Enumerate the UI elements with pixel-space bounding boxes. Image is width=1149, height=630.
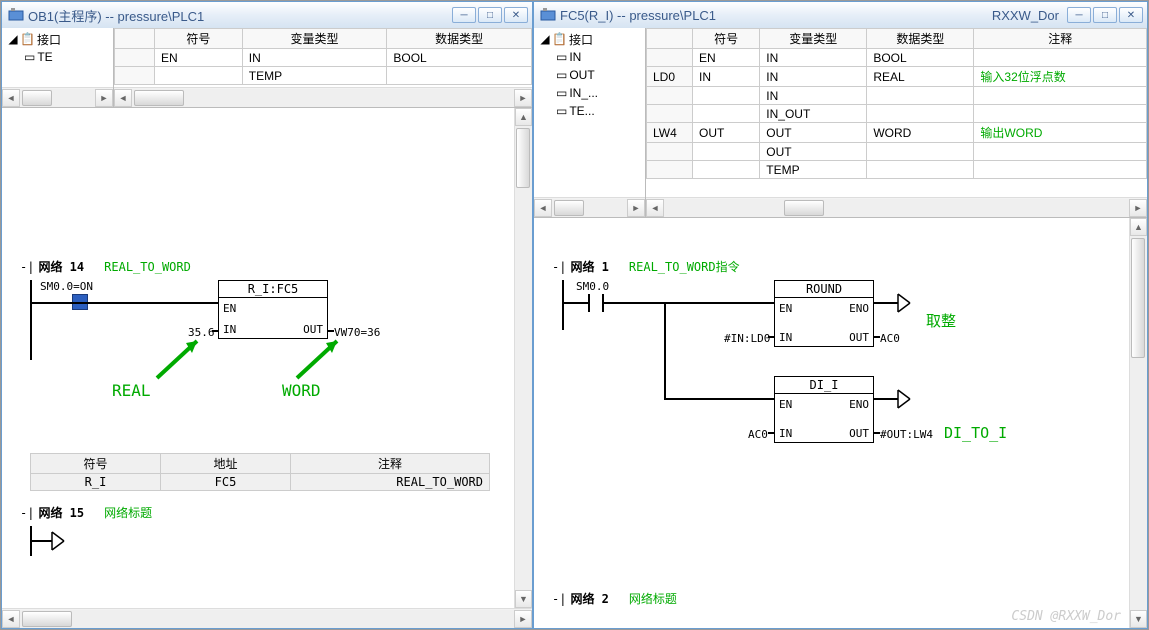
network-comment: 网络标题 [104,504,152,521]
col-vartype[interactable]: 变量类型 [242,29,387,49]
minimize-button[interactable]: ─ [452,7,476,23]
table-row: IN [647,87,1147,105]
annotation: WORD [282,381,321,400]
annotation: REAL [112,381,151,400]
collapse-icon[interactable]: -| [20,506,34,520]
close-button[interactable]: ✕ [1119,7,1143,23]
col-symbol[interactable]: 符号 [155,29,243,49]
network-label: 网络 1 [570,258,608,275]
round-block[interactable]: ROUND EN ENO IN OUT [774,280,874,347]
table-hscroll[interactable]: ◄► [114,87,532,107]
watermark: CSDN @RXXW_Dor [1011,609,1121,624]
table-row: TEMP [647,161,1147,179]
right-var-table[interactable]: 符号变量类型数据类型注释 ENINBOOL LD0ININREAL输入32位浮点… [646,28,1147,217]
tree-item[interactable]: ▭TE [4,48,111,66]
left-ladder[interactable]: -| 网络 14 REAL_TO_WORD SM0.0=ON R_I:FC5 EN … [2,108,514,608]
tree-item[interactable]: ▭TE... [536,102,643,120]
terminator-icon [50,530,66,552]
symbol-table: 符号地址注释 R_IFC5REAL_TO_WORD [30,453,490,491]
tree-item[interactable]: ▭IN_... [536,84,643,102]
table-row: OUT [647,143,1147,161]
input-value: #IN:LD0 [724,332,770,345]
annotation: DI_TO_I [944,424,1007,442]
tree-root[interactable]: ◢📋接口 [4,30,111,48]
output-value: AC0 [880,332,900,345]
left-vscroll[interactable]: ▲▼ [514,108,532,608]
maximize-button[interactable]: □ [1093,7,1117,23]
right-panel: FC5(R_I) -- pressure\PLC1 RXXW_Dor ─ □ ✕… [533,1,1148,629]
minimize-button[interactable]: ─ [1067,7,1091,23]
contact-label: SM0.0=ON [40,280,93,293]
close-button[interactable]: ✕ [504,7,528,23]
network-comment: REAL_TO_WORD [104,260,191,274]
di-i-block[interactable]: DI_I EN ENO IN OUT [774,376,874,443]
tree-hscroll[interactable]: ◄► [2,87,113,107]
left-panel: OB1(主程序) -- pressure\PLC1 ─ □ ✕ ◢📋接口 ▭TE… [1,1,533,629]
win-buttons: ─ □ ✕ [1067,7,1143,23]
block-title: DI_I [775,377,873,394]
contact-label: SM0.0 [576,280,609,293]
annotation: 取整 [926,310,956,331]
program-icon [8,7,24,23]
table-row: LW4OUTOUTWORD输出WORD [647,123,1147,143]
block-title: ROUND [775,281,873,298]
output-value: #OUT:LW4 [880,428,933,441]
table-row: ENINBOOL [115,49,532,67]
right-vscroll[interactable]: ▲▼ [1129,218,1147,628]
right-ladder[interactable]: -| 网络 1 REAL_TO_WORD指令 SM0.0 ROUND EN ENO … [534,218,1129,628]
col-datatype[interactable]: 数据类型 [387,29,532,49]
arrow-icon [152,333,212,383]
table-row: LD0ININREAL输入32位浮点数 [647,67,1147,87]
table-hscroll[interactable]: ◄► [646,197,1147,217]
win-buttons: ─ □ ✕ [452,7,528,23]
right-title: FC5(R_I) -- pressure\PLC1 [560,8,992,23]
terminator-icon [896,292,912,314]
collapse-icon[interactable]: -| [20,260,34,274]
right-tree[interactable]: ◢📋接口 ▭IN ▭OUT ▭IN_... ▭TE... ◄► [534,28,646,217]
network-label: 网络 2 [570,590,608,607]
arrow-icon [292,333,352,383]
collapse-icon[interactable]: -| [552,592,566,606]
left-main-hscroll[interactable]: ◄► [2,608,532,628]
collapse-icon[interactable]: -| [552,260,566,274]
network-label: 网络 14 [38,258,84,275]
table-row: ENINBOOL [647,49,1147,67]
tree-root[interactable]: ◢📋接口 [536,30,643,48]
function-block[interactable]: R_I:FC5 EN IN OUT [218,280,328,339]
network-comment: 网络标题 [629,590,677,607]
tree-item[interactable]: ▭OUT [536,66,643,84]
port-en: EN [223,302,236,315]
terminator-icon [896,388,912,410]
table-row: TEMP [115,67,532,85]
network-label: 网络 15 [38,504,84,521]
tree-hscroll[interactable]: ◄► [534,197,645,217]
tree-item[interactable]: ▭IN [536,48,643,66]
right-titlebar: FC5(R_I) -- pressure\PLC1 RXXW_Dor ─ □ ✕ [534,2,1147,28]
program-icon [540,7,556,23]
maximize-button[interactable]: □ [478,7,502,23]
port-in: IN [223,323,236,336]
left-tree[interactable]: ◢📋接口 ▭TE ◄► [2,28,114,107]
block-title: R_I:FC5 [219,281,327,298]
table-row: IN_OUT [647,105,1147,123]
network-comment: REAL_TO_WORD指令 [629,258,740,275]
left-titlebar: OB1(主程序) -- pressure\PLC1 ─ □ ✕ [2,2,532,28]
left-var-table[interactable]: 符号变量类型数据类型 ENINBOOL TEMP ◄► [114,28,532,107]
left-title: OB1(主程序) -- pressure\PLC1 [28,6,452,25]
input-value: AC0 [748,428,768,441]
title-watermark: RXXW_Dor [992,8,1059,23]
